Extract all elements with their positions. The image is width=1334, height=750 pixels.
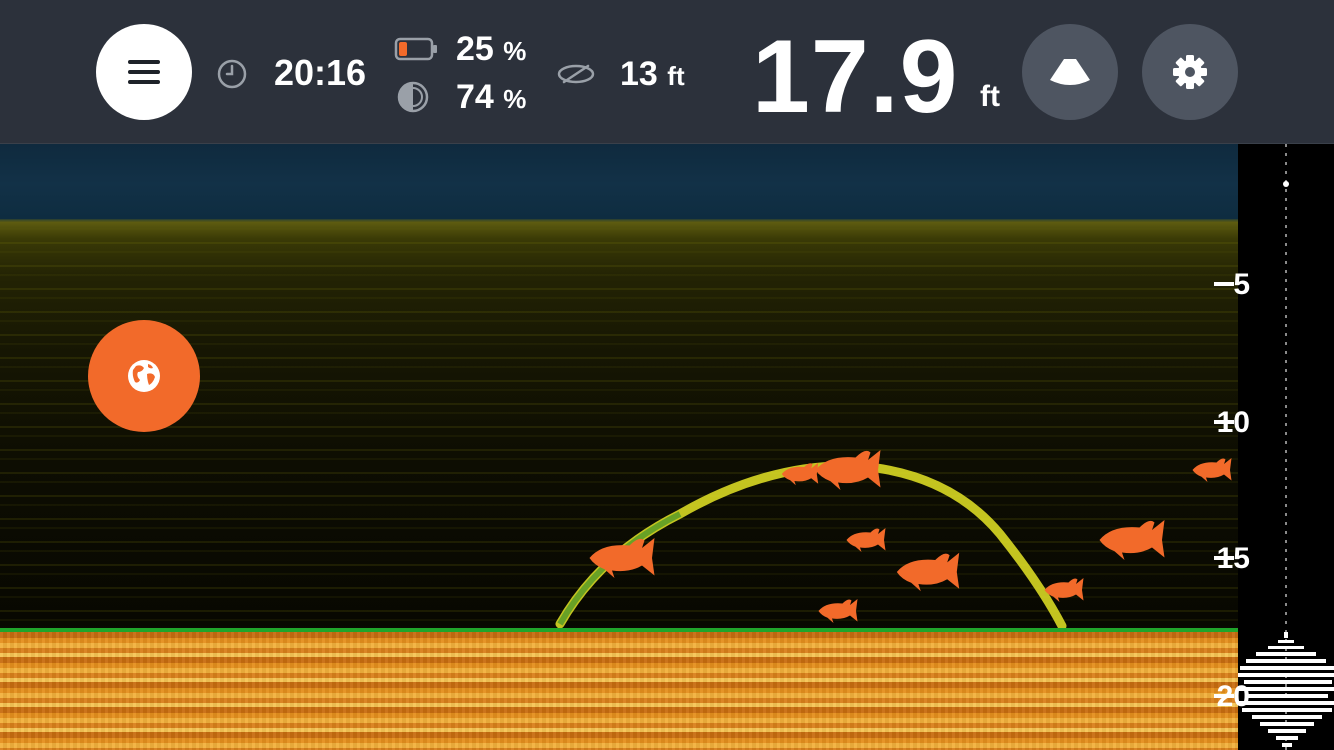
sonar-display[interactable] — [0, 144, 1238, 750]
fish-icon — [1099, 520, 1165, 560]
clock-icon — [217, 59, 247, 89]
battery-percent: 25 % — [456, 30, 527, 68]
sonar-beam-icon — [1050, 59, 1090, 85]
brightness-icon — [397, 81, 429, 113]
depth-label-20: 20 — [1216, 680, 1250, 713]
globe-icon — [128, 360, 160, 392]
lake-bottom — [0, 632, 1238, 750]
brightness-percent: 74 % — [456, 78, 527, 116]
temperature-icon — [557, 64, 595, 84]
top-status-bar: 20:16 25 % 74 % 13 ft 17.9 ft — [0, 0, 1334, 144]
fish-icon — [815, 450, 881, 490]
menu-button[interactable] — [96, 24, 192, 120]
fish-icon — [846, 528, 886, 552]
depth-label-5: 5 — [1233, 268, 1250, 301]
temperature-readout: 13 ft — [620, 55, 685, 93]
fish-icon — [818, 599, 858, 623]
sonar-mode-button[interactable] — [1022, 24, 1118, 120]
settings-button[interactable] — [1142, 24, 1238, 120]
battery-icon — [394, 37, 437, 61]
depth-tick — [1214, 694, 1234, 698]
depth-label-15: 15 — [1216, 542, 1250, 575]
depth-unit: ft — [980, 80, 1000, 113]
fish-icon — [1192, 458, 1232, 482]
flasher-graph — [1238, 144, 1334, 750]
depth-tick — [1214, 556, 1234, 560]
hamburger-menu-icon — [128, 60, 160, 84]
depth-scale: 5 10 15 20 — [1214, 144, 1334, 750]
fish-icon — [896, 552, 960, 592]
depth-label-10: 10 — [1216, 406, 1250, 439]
map-button[interactable] — [88, 320, 200, 432]
time-display: 20:16 — [274, 52, 367, 93]
depth-value: 17.9 — [752, 19, 959, 135]
depth-tick — [1214, 282, 1234, 286]
gear-icon — [1173, 55, 1207, 89]
depth-tick — [1214, 420, 1234, 424]
